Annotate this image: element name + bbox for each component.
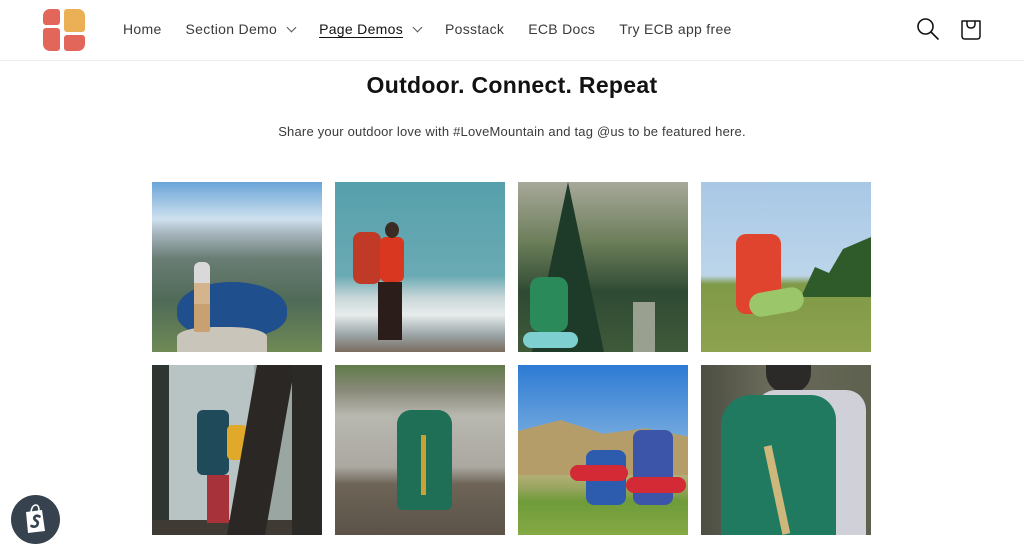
gallery-photo[interactable] [152, 182, 322, 352]
chevron-down-icon [286, 22, 297, 32]
cart-button[interactable] [958, 16, 984, 42]
nav-label: Posstack [445, 21, 505, 37]
photo-sleeping-roll [626, 477, 686, 493]
gallery-photo[interactable] [518, 365, 688, 535]
nav-label: ECB Docs [528, 21, 596, 37]
photo-strap [421, 435, 426, 495]
photo-hiker-legs [207, 475, 229, 523]
gallery-photo[interactable] [152, 365, 322, 535]
page-title: Outdoor. Connect. Repeat [366, 72, 658, 98]
photo-sleeping-roll [570, 465, 628, 481]
shopify-badge-button[interactable] [11, 495, 60, 544]
main-nav: Home Section Demo Page Demos Posstack EC… [123, 20, 756, 38]
shopify-bag-icon [26, 504, 45, 533]
gallery-photo[interactable] [518, 182, 688, 352]
nav-item-posstack[interactable]: Posstack [445, 20, 504, 38]
photo-hiker [194, 262, 210, 332]
page-subtitle: Share your outdoor love with #LoveMounta… [278, 124, 746, 139]
gallery-photo[interactable] [335, 182, 505, 352]
nav-label: Section Demo [185, 21, 278, 37]
logo-tile-top-left [43, 9, 60, 25]
nav-item-home[interactable]: Home [123, 20, 162, 38]
nav-item-try-ecb-app[interactable]: Try ECB app free [619, 20, 731, 38]
site-header: Home Section Demo Page Demos Posstack EC… [0, 0, 1024, 61]
photo-backpack [530, 277, 568, 332]
cart-bag-icon [961, 20, 981, 40]
nav-item-ecb-docs[interactable]: ECB Docs [528, 20, 595, 38]
photo-path [633, 302, 655, 352]
gallery-photo[interactable] [701, 182, 871, 352]
nav-item-page-demos[interactable]: Page Demos [319, 20, 423, 38]
photo-person-head [766, 365, 811, 393]
photo-hiker [380, 237, 404, 282]
nav-item-section-demo[interactable]: Section Demo [185, 20, 297, 38]
chevron-down-icon [412, 22, 423, 32]
search-icon [917, 18, 939, 40]
photo-backpack [197, 410, 229, 475]
gallery-photo[interactable] [335, 365, 505, 535]
nav-label: Page Demos [319, 21, 404, 37]
photo-gallery [152, 182, 871, 535]
photo-hiker-head [385, 222, 399, 238]
photo-backpack [633, 430, 673, 505]
photo-tree-trunk [292, 365, 322, 535]
logo-tile-top-right [64, 9, 85, 32]
nav-label: Try ECB app free [619, 21, 732, 37]
photo-hiker-legs [378, 282, 402, 340]
photo-rock [177, 327, 267, 352]
photo-treeline [801, 237, 871, 297]
nav-label: Home [123, 21, 162, 37]
search-button[interactable] [915, 16, 941, 42]
logo-tile-bottom-left [43, 28, 60, 51]
store-logo[interactable] [43, 9, 85, 51]
logo-tile-bottom-right [64, 35, 85, 51]
photo-backpack [353, 232, 381, 284]
gallery-photo[interactable] [701, 365, 871, 535]
photo-sleeping-mat [523, 332, 578, 348]
